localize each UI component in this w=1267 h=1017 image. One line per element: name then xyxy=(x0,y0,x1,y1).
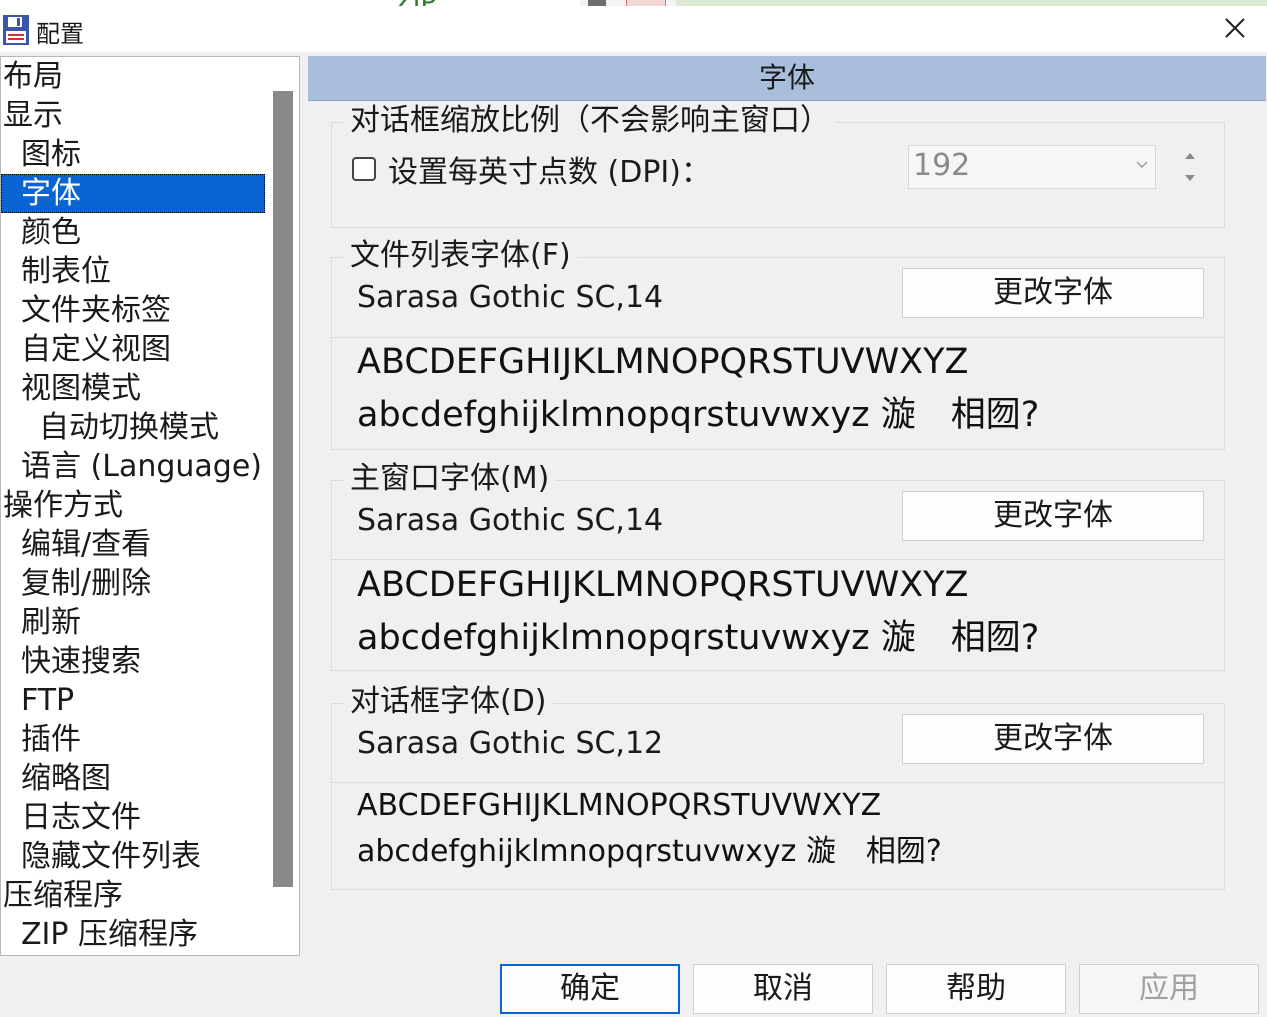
chevron-down-icon xyxy=(1136,161,1148,169)
close-icon xyxy=(1225,18,1245,38)
dialog-scale-group: 对话框缩放比例（不会影响主窗口） 设置每英寸点数 (DPI)： 192 xyxy=(331,101,1225,228)
change-font-button[interactable]: 更改字体 xyxy=(902,491,1204,541)
tree-item[interactable]: 视图模式 xyxy=(21,369,141,408)
tree-item[interactable]: FTP xyxy=(21,681,74,720)
tree-item[interactable]: 操作方式 xyxy=(3,486,123,525)
tree-item[interactable]: 语言 (Language) xyxy=(21,447,262,486)
dpi-value: 192 xyxy=(913,148,971,183)
dpi-checkbox[interactable] xyxy=(352,157,376,181)
change-font-button[interactable]: 更改字体 xyxy=(902,268,1204,318)
tree-item[interactable]: 显示 xyxy=(3,96,63,135)
tree-item[interactable]: 日志文件 xyxy=(21,798,141,837)
floppy-disk-icon xyxy=(3,15,29,45)
main-window-font-group: 主窗口字体(M) Sarasa Gothic SC,14 更改字体 ABCDEF… xyxy=(331,459,1225,671)
tree-item[interactable]: 自动切换模式 xyxy=(39,408,219,447)
group-legend: 对话框缩放比例（不会影响主窗口） xyxy=(344,101,836,141)
ok-button[interactable]: 确定 xyxy=(500,964,680,1014)
tree-item[interactable]: 刷新 xyxy=(21,603,81,642)
help-button[interactable]: 帮助 xyxy=(886,964,1066,1014)
tree-item[interactable]: 压缩程序 xyxy=(3,876,123,915)
dialog-font-group: 对话框字体(D) Sarasa Gothic SC,12 更改字体 ABCDEF… xyxy=(331,682,1225,890)
group-legend: 文件列表字体(F) xyxy=(344,236,577,276)
sample-lowercase: abcdefghijklmnopqrstuvwxyz 漩 相囫? xyxy=(357,395,1040,435)
group-legend: 对话框字体(D) xyxy=(344,682,553,722)
dpi-spinner[interactable] xyxy=(1180,147,1200,187)
change-font-button[interactable]: 更改字体 xyxy=(902,714,1204,764)
tree-item[interactable]: 图标 xyxy=(21,135,81,174)
tree-item[interactable]: 自定义视图 xyxy=(21,330,171,369)
close-button[interactable] xyxy=(1217,10,1253,46)
sample-uppercase: ABCDEFGHIJKLMNOPQRSTUVWXYZ xyxy=(357,342,969,382)
tree-scrollbar[interactable] xyxy=(267,57,299,955)
apply-button[interactable]: 应用 xyxy=(1079,964,1259,1014)
tree-item[interactable]: 颜色 xyxy=(21,213,81,252)
tree-item[interactable]: 缩略图 xyxy=(21,759,111,798)
title-bar: 配置 xyxy=(0,6,1267,52)
divider xyxy=(332,337,1224,338)
font-name: Sarasa Gothic SC,14 xyxy=(357,280,664,315)
window-title: 配置 xyxy=(36,20,84,48)
spin-up-icon[interactable] xyxy=(1185,153,1195,159)
tree-item[interactable]: 复制/删除 xyxy=(21,564,151,603)
sample-lowercase: abcdefghijklmnopqrstuvwxyz 漩 相囫? xyxy=(357,834,942,869)
panel-header: 字体 xyxy=(308,56,1266,101)
tree-item[interactable]: 插件 xyxy=(21,720,81,759)
spin-down-icon[interactable] xyxy=(1185,175,1195,181)
group-legend: 主窗口字体(M) xyxy=(344,459,556,499)
tree-item[interactable]: 文件夹标签 xyxy=(21,291,171,330)
sample-lowercase: abcdefghijklmnopqrstuvwxyz 漩 相囫? xyxy=(357,618,1040,658)
tree-item[interactable]: 隐藏文件列表 xyxy=(21,837,201,876)
scrollbar-thumb[interactable] xyxy=(273,91,293,887)
dpi-checkbox-label[interactable]: 设置每英寸点数 (DPI)： xyxy=(388,147,711,191)
sample-uppercase: ABCDEFGHIJKLMNOPQRSTUVWXYZ xyxy=(357,565,969,605)
tree-item[interactable]: 制表位 xyxy=(21,252,111,291)
cancel-button[interactable]: 取消 xyxy=(693,964,873,1014)
tree-item[interactable]: 编辑/查看 xyxy=(21,525,151,564)
tree-item[interactable]: 布局 xyxy=(3,57,63,96)
divider xyxy=(332,559,1224,560)
file-list-font-group: 文件列表字体(F) Sarasa Gothic SC,14 更改字体 ABCDE… xyxy=(331,236,1225,450)
tree-item[interactable]: 字体 xyxy=(1,174,265,213)
font-name: Sarasa Gothic SC,14 xyxy=(357,503,664,538)
settings-tree: 布局 显示 图标 字体 颜色 制表位 文件夹标签 自定义视图 视图模式 自动切换模式 语言 (Lan… xyxy=(0,56,300,956)
tree-item[interactable]: 快速搜索 xyxy=(21,642,141,681)
dpi-select[interactable]: 192 xyxy=(908,145,1156,189)
sample-uppercase: ABCDEFGHIJKLMNOPQRSTUVWXYZ xyxy=(357,788,882,823)
font-name: Sarasa Gothic SC,12 xyxy=(357,726,664,761)
tree-item[interactable]: ZIP 压缩程序 xyxy=(21,915,198,954)
divider xyxy=(332,782,1224,783)
